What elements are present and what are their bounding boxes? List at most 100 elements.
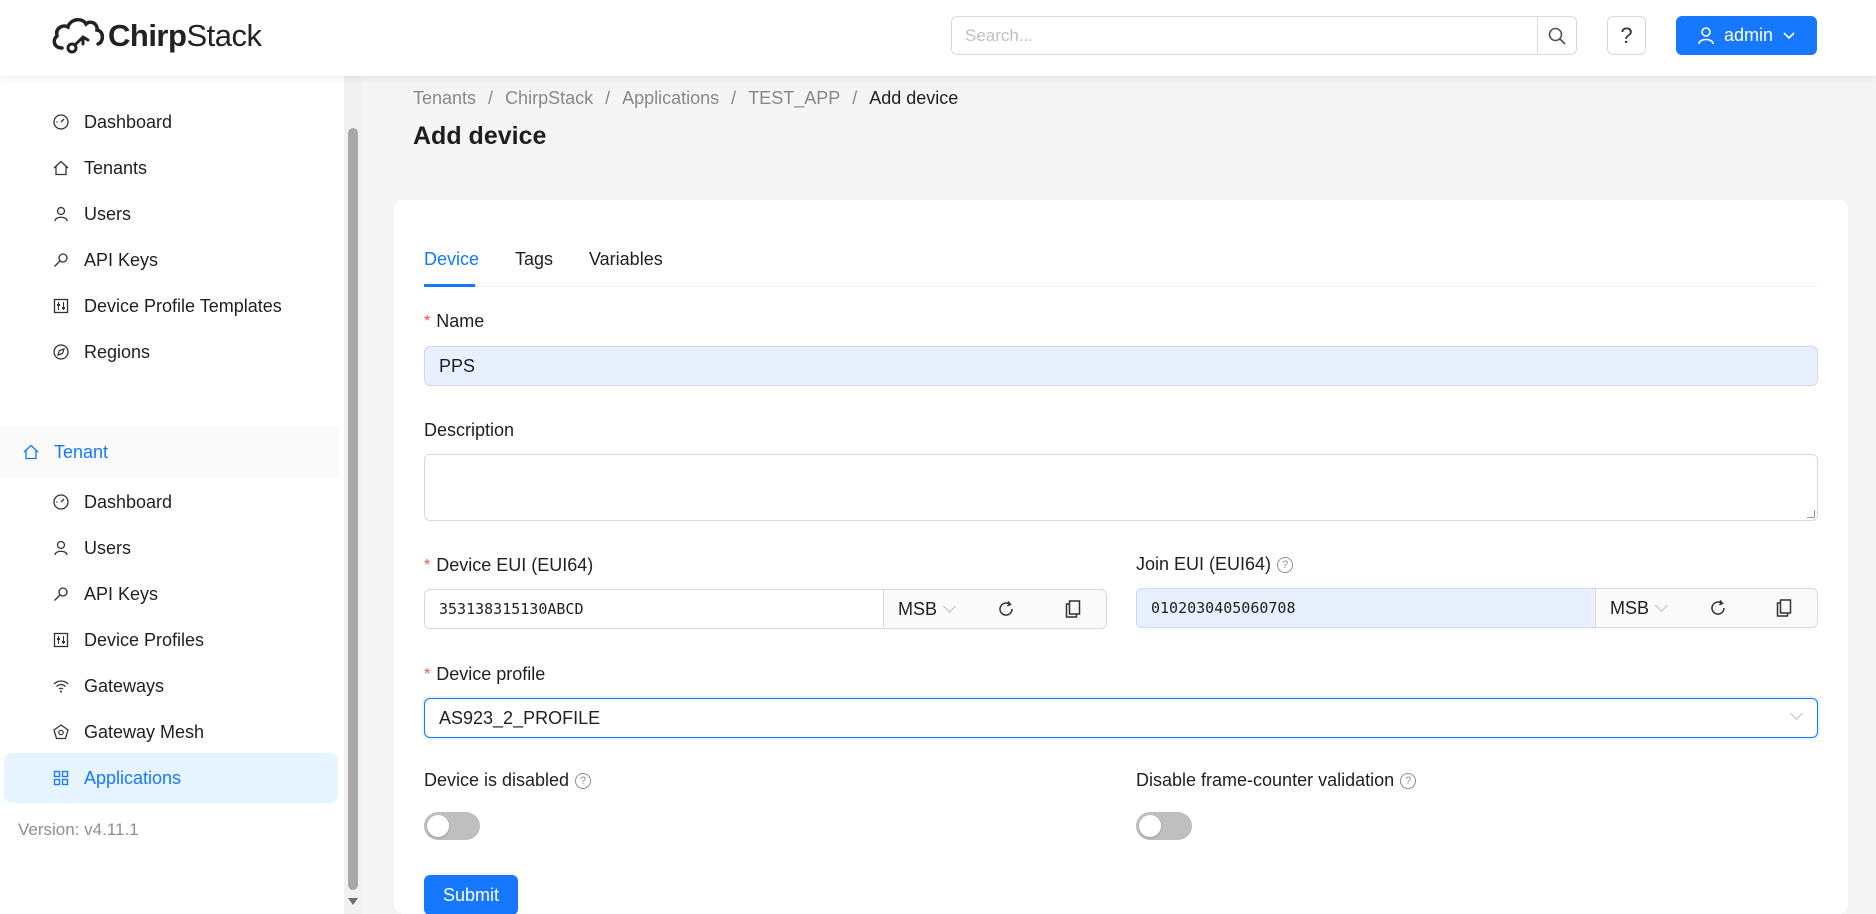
sidebar-item-regions[interactable]: Regions <box>0 327 338 377</box>
join-eui-label: Join EUI (EUI64)? <box>1136 554 1294 575</box>
resize-handle-icon[interactable] <box>1807 510 1815 518</box>
key-icon <box>52 251 70 269</box>
device-disabled-switch[interactable] <box>424 812 480 840</box>
name-label: * Name <box>424 311 484 332</box>
user-menu-button[interactable]: admin <box>1676 16 1817 55</box>
help-button[interactable]: ? <box>1607 16 1646 55</box>
profile-icon <box>52 631 70 649</box>
copy-icon <box>1065 600 1081 618</box>
chirpstack-logo[interactable]: ChirpStack <box>50 14 262 58</box>
dev-eui-field[interactable]: 353138315130ABCD <box>424 589 884 629</box>
user-icon <box>52 205 70 223</box>
sidebar-item-tenants[interactable]: Tenants <box>0 143 338 193</box>
scroll-down-arrow-icon[interactable] <box>348 898 358 905</box>
sidebar-item-label: Tenants <box>84 157 148 178</box>
dashboard-icon <box>52 493 70 511</box>
tab-variables[interactable]: Variables <box>589 249 663 270</box>
sidebar-item-admin-dashboard[interactable]: Dashboard <box>0 97 338 147</box>
description-field[interactable] <box>424 454 1818 521</box>
breadcrumb-applications[interactable]: Applications <box>622 88 719 109</box>
wifi-icon <box>52 677 70 695</box>
name-label-text: Name <box>436 311 485 331</box>
home-icon <box>22 443 40 461</box>
chevron-down-icon <box>1790 707 1803 720</box>
chevron-down-icon <box>1655 599 1668 612</box>
reload-icon <box>1711 600 1725 615</box>
sidebar-item-tenant-users[interactable]: Users <box>0 523 338 573</box>
byte-order-value: MSB <box>1610 597 1650 618</box>
description-label: Description <box>424 420 514 441</box>
dev-eui-byte-order-select[interactable]: MSB <box>884 599 973 620</box>
copy-icon <box>1776 599 1792 617</box>
breadcrumb-tenant-name[interactable]: ChirpStack <box>505 88 593 109</box>
sidebar-scrollbar[interactable] <box>344 76 362 914</box>
device-profile-select[interactable]: AS923_2_PROFILE <box>424 698 1818 738</box>
question-circle-icon[interactable]: ? <box>1400 772 1417 789</box>
device-profile-label: * Device profile <box>424 664 545 685</box>
breadcrumb-separator: / <box>731 88 737 108</box>
search-icon <box>1548 27 1566 45</box>
required-mark: * <box>424 556 431 574</box>
user-icon <box>52 539 70 557</box>
join-eui-copy-button[interactable] <box>1751 599 1817 617</box>
sidebar-item-label: Device Profile Templates <box>84 295 282 316</box>
sidebar-item-tenant-dashboard[interactable]: Dashboard <box>0 477 338 527</box>
name-field[interactable]: PPS <box>424 346 1818 386</box>
top-header: ChirpStack ? admin <box>0 0 1876 76</box>
compass-icon <box>52 343 70 361</box>
dev-eui-copy-button[interactable] <box>1040 600 1106 618</box>
device-profile-label-text: Device profile <box>436 664 546 684</box>
search-box <box>951 16 1577 55</box>
join-eui-field[interactable]: 0102030405060708 <box>1136 588 1596 628</box>
sidebar-item-admin-users[interactable]: Users <box>0 189 338 239</box>
profile-icon <box>52 297 70 315</box>
question-circle-icon[interactable]: ? <box>575 772 592 789</box>
sidebar-item-gateways[interactable]: Gateways <box>0 661 338 711</box>
join-eui-addon: MSB <box>1595 588 1818 628</box>
sidebar-item-label: Dashboard <box>84 111 173 132</box>
scroll-thumb[interactable] <box>348 128 358 890</box>
sidebar-item-label: Dashboard <box>84 491 173 512</box>
dev-eui-value: 353138315130ABCD <box>439 600 584 618</box>
breadcrumb-separator: / <box>852 88 858 108</box>
device-disabled-label: Device is disabled? <box>424 770 592 791</box>
sidebar-item-label: Users <box>84 537 132 558</box>
sidebar-item-label: API Keys <box>84 249 159 270</box>
question-icon: ? <box>1620 22 1633 48</box>
sidebar-item-device-profile-templates[interactable]: Device Profile Templates <box>0 281 338 331</box>
breadcrumb-separator: / <box>605 88 611 108</box>
breadcrumb-application[interactable]: TEST_APP <box>748 88 840 109</box>
search-input[interactable] <box>952 17 1537 54</box>
sidebar-item-applications[interactable]: Applications <box>4 753 338 803</box>
user-icon <box>1698 26 1714 44</box>
sidebar-item-gateway-mesh[interactable]: Gateway Mesh <box>0 707 338 757</box>
cloud-logo-icon <box>52 18 105 54</box>
tab-tags[interactable]: Tags <box>515 249 553 270</box>
chevron-down-icon <box>943 600 956 613</box>
breadcrumb-current: Add device <box>869 88 959 108</box>
search-button[interactable] <box>1537 17 1576 54</box>
question-circle-icon[interactable]: ? <box>1277 556 1294 573</box>
sidebar-item-device-profiles[interactable]: Device Profiles <box>0 615 338 665</box>
join-eui-byte-order-select[interactable]: MSB <box>1596 598 1685 619</box>
join-eui-label-text: Join EUI (EUI64) <box>1136 554 1272 574</box>
sidebar: Dashboard Tenants Users API Keys Device … <box>0 76 344 914</box>
sidebar-item-label: Device Profiles <box>84 629 205 650</box>
sidebar-group-tenant[interactable]: Tenant <box>0 427 338 477</box>
device-disabled-label-text: Device is disabled <box>424 770 570 790</box>
sidebar-item-admin-api-keys[interactable]: API Keys <box>0 235 338 285</box>
tab-device[interactable]: Device <box>424 249 479 270</box>
device-profile-value: AS923_2_PROFILE <box>439 707 601 728</box>
breadcrumb-tenants[interactable]: Tenants <box>413 88 476 109</box>
submit-button[interactable]: Submit <box>424 875 518 914</box>
sidebar-group-label: Tenant <box>54 441 109 462</box>
dev-eui-generate-button[interactable] <box>973 600 1039 618</box>
breadcrumb: Tenants / ChirpStack / Applications / TEST_… <box>413 88 958 109</box>
sidebar-item-tenant-api-keys[interactable]: API Keys <box>0 569 338 619</box>
home-icon <box>52 159 70 177</box>
dev-eui-addon: MSB <box>883 589 1107 629</box>
fcnt-validation-switch[interactable] <box>1136 812 1192 840</box>
required-mark: * <box>424 312 431 330</box>
sidebar-item-label: Regions <box>84 341 151 362</box>
join-eui-generate-button[interactable] <box>1685 599 1751 617</box>
